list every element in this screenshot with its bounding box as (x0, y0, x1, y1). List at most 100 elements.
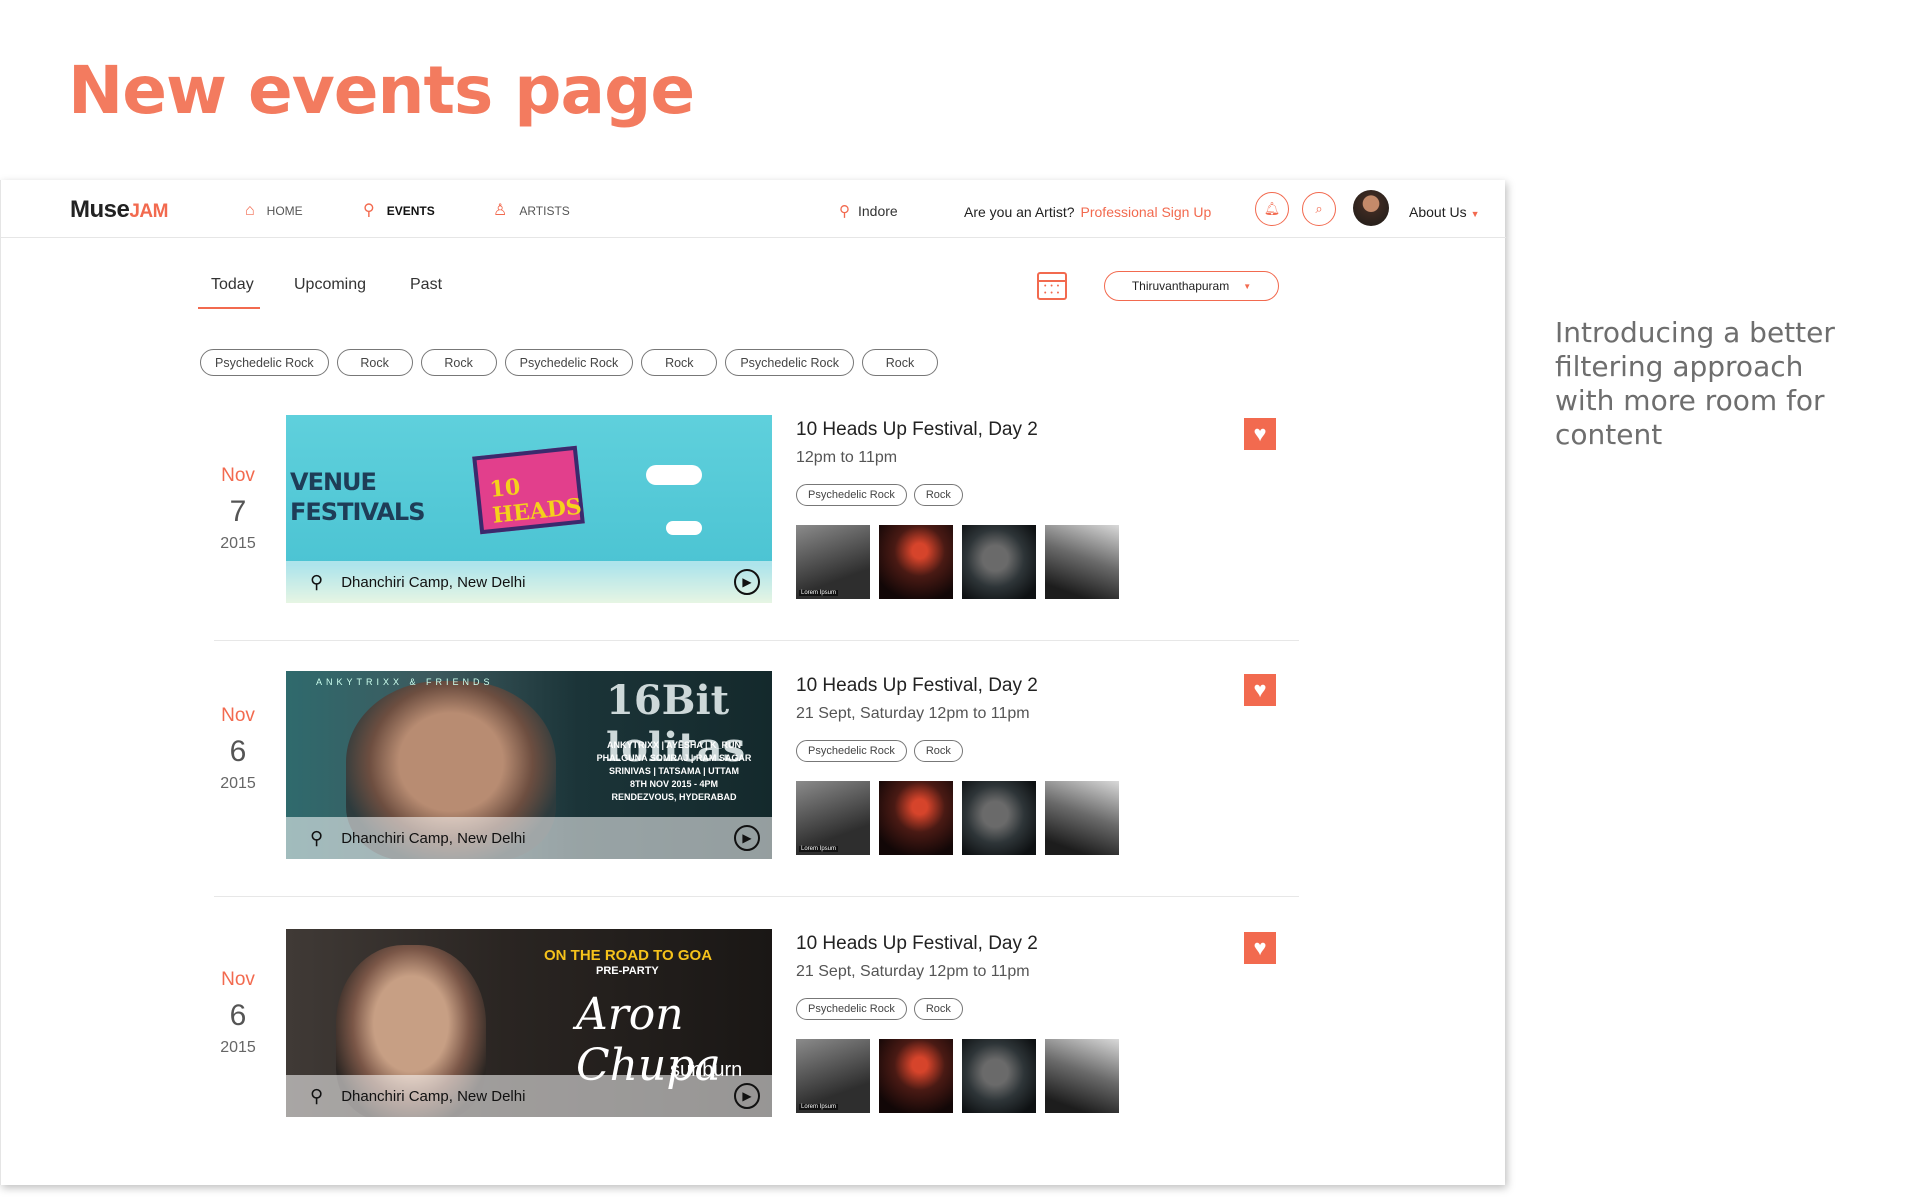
artist-thumbnail[interactable] (1045, 525, 1119, 599)
banner-lineup: ANKYTRIXX | AYESHA | K_RUN PHALGUNA SOMR… (586, 739, 762, 804)
location-pin-icon: ⚲ (839, 203, 850, 220)
cloud-shape (666, 521, 702, 535)
divider (214, 640, 1299, 641)
event-title[interactable]: 10 Heads Up Festival, Day 2 (796, 675, 1038, 697)
nav-artists[interactable]: ♙ ARTISTS (493, 202, 570, 219)
active-tab-indicator (198, 307, 260, 309)
top-nav: MuseJAM ⌂ HOME ⚲ EVENTS ♙ ARTISTS ⚲ Indo… (1, 180, 1506, 238)
artist-question: Are you an Artist? (964, 204, 1075, 220)
filter-chip[interactable]: Rock (641, 349, 718, 376)
location-selector[interactable]: ⚲ Indore (839, 202, 898, 220)
event-tag[interactable]: Rock (913, 998, 963, 1020)
event-tag[interactable]: Rock (913, 740, 963, 762)
tab-today[interactable]: Today (211, 276, 254, 294)
artist-thumbnail[interactable]: Lorem Ipsum (796, 781, 870, 855)
nav-artists-label: ARTISTS (519, 204, 570, 218)
app-frame: MuseJAM ⌂ HOME ⚲ EVENTS ♙ ARTISTS ⚲ Indo… (0, 180, 1506, 1185)
nav-home[interactable]: ⌂ HOME (245, 203, 303, 219)
artist-thumbnail[interactable] (962, 525, 1036, 599)
event-tag[interactable]: Psychedelic Rock (796, 484, 907, 506)
event-date: Nov 6 2015 (211, 705, 265, 793)
filter-chip[interactable]: Rock (861, 349, 938, 376)
artist-thumbnail[interactable]: Lorem Ipsum (796, 1039, 870, 1113)
city-select[interactable]: Thiruvanthapuram ▼ (1104, 271, 1279, 301)
heart-icon: ♥ (1253, 421, 1267, 446)
banner-location-bar: ⚲ Dhanchiri Camp, New Delhi (286, 1075, 772, 1117)
filter-chip[interactable]: Rock (336, 349, 413, 376)
artist-prompt: Are you an Artist? Professional Sign Up (964, 204, 1211, 220)
banner-location-bar: ⚲ Dhanchiri Camp, New Delhi (286, 817, 772, 859)
favorite-button[interactable]: ♥ (1244, 418, 1276, 450)
professional-signup-link[interactable]: Professional Sign Up (1081, 204, 1212, 220)
play-button[interactable]: ▶ (734, 825, 760, 851)
event-day: 6 (229, 999, 247, 1032)
artist-thumbnail[interactable] (962, 781, 1036, 855)
event-day: 7 (229, 495, 247, 528)
banner-logo: 10 HEADS (472, 445, 585, 535)
event-title[interactable]: 10 Heads Up Festival, Day 2 (796, 933, 1038, 955)
filter-chip[interactable]: Psychedelic Rock (504, 349, 634, 376)
event-card: Nov 7 2015 VENUE FESTIVALS 10 HEADS ⚲ Dha… (1, 415, 1506, 605)
event-card: Nov 6 2015 ANKYTRIXX & FRIENDS 16Bit lol… (1, 671, 1506, 861)
logo[interactable]: MuseJAM (70, 196, 168, 224)
banner-line: VENUE (290, 468, 377, 496)
banner-subhead: PRE-PARTY (596, 965, 659, 977)
artist-thumbnails: Lorem Ipsum (796, 1039, 1119, 1113)
event-banner[interactable]: ANKYTRIXX & FRIENDS 16Bit lolitas ANKYTR… (286, 671, 772, 859)
calendar-icon[interactable] (1037, 272, 1067, 300)
artist-thumbnail[interactable] (879, 1039, 953, 1113)
event-year: 2015 (220, 535, 256, 552)
tab-upcoming[interactable]: Upcoming (294, 276, 366, 294)
thumbnail-caption: Lorem Ipsum (799, 1104, 839, 1110)
event-location: Dhanchiri Camp, New Delhi (341, 573, 526, 591)
event-tag[interactable]: Psychedelic Rock (796, 740, 907, 762)
filter-chip[interactable]: Psychedelic Rock (725, 349, 854, 376)
nav-home-label: HOME (266, 204, 303, 218)
banner-venue: RENDEZVOUS, HYDERABAD (611, 792, 737, 802)
event-month: Nov (221, 969, 255, 990)
artist-thumbnail[interactable] (962, 1039, 1036, 1113)
artist-icon: ♙ (493, 202, 508, 219)
filter-chip[interactable]: Psychedelic Rock (200, 349, 329, 376)
banner-text: VENUE FESTIVALS (290, 467, 425, 527)
avatar[interactable] (1353, 190, 1389, 226)
location-pin-icon: ⚲ (310, 571, 324, 592)
notifications-button[interactable]: 🔔︎ (1255, 192, 1289, 226)
location-pin-icon: ⚲ (310, 1085, 324, 1106)
artist-thumbnail[interactable] (1045, 1039, 1119, 1113)
tab-past[interactable]: Past (410, 276, 442, 294)
heart-icon: ♥ (1253, 935, 1267, 960)
banner-kicker: ANKYTRIXX & FRIENDS (316, 677, 494, 687)
artist-thumbnail[interactable] (1045, 781, 1119, 855)
event-year: 2015 (220, 1039, 256, 1056)
about-menu[interactable]: About Us ▼ (1409, 204, 1480, 220)
event-tag[interactable]: Psychedelic Rock (796, 998, 907, 1020)
event-date: Nov 7 2015 (211, 465, 265, 553)
banner-location-bar: ⚲ Dhanchiri Camp, New Delhi (286, 561, 772, 603)
event-tags: Psychedelic Rock Rock (796, 740, 963, 762)
play-icon: ▶ (742, 575, 752, 589)
nav-events[interactable]: ⚲ EVENTS (363, 202, 435, 219)
banner-date: 8TH NOV 2015 - 4PM (629, 779, 719, 789)
favorite-button[interactable]: ♥ (1244, 932, 1276, 964)
event-banner[interactable]: VENUE FESTIVALS 10 HEADS ⚲ Dhanchiri Camp… (286, 415, 772, 603)
filter-chip[interactable]: Rock (420, 349, 497, 376)
artist-thumbnail[interactable]: Lorem Ipsum (796, 525, 870, 599)
cloud-shape (646, 465, 702, 485)
banner-lineup-text: ANKYTRIXX | AYESHA | K_RUN PHALGUNA SOMR… (596, 740, 752, 776)
artist-thumbnails: Lorem Ipsum (796, 781, 1119, 855)
play-button[interactable]: ▶ (734, 569, 760, 595)
artist-thumbnail[interactable] (879, 781, 953, 855)
favorite-button[interactable]: ♥ (1244, 674, 1276, 706)
event-title[interactable]: 10 Heads Up Festival, Day 2 (796, 419, 1038, 441)
event-tags: Psychedelic Rock Rock (796, 998, 963, 1020)
banner-line: FESTIVALS (290, 498, 425, 526)
event-tag[interactable]: Rock (913, 484, 963, 506)
search-button[interactable]: ⌕ (1302, 192, 1336, 226)
page-heading: New events page (68, 52, 695, 129)
microphone-icon: ⚲ (363, 202, 375, 219)
event-banner[interactable]: ON THE ROAD TO GOA PRE-PARTY Aron Chupa … (286, 929, 772, 1117)
play-button[interactable]: ▶ (734, 1083, 760, 1109)
artist-thumbnail[interactable] (879, 525, 953, 599)
location-label: Indore (858, 203, 898, 219)
